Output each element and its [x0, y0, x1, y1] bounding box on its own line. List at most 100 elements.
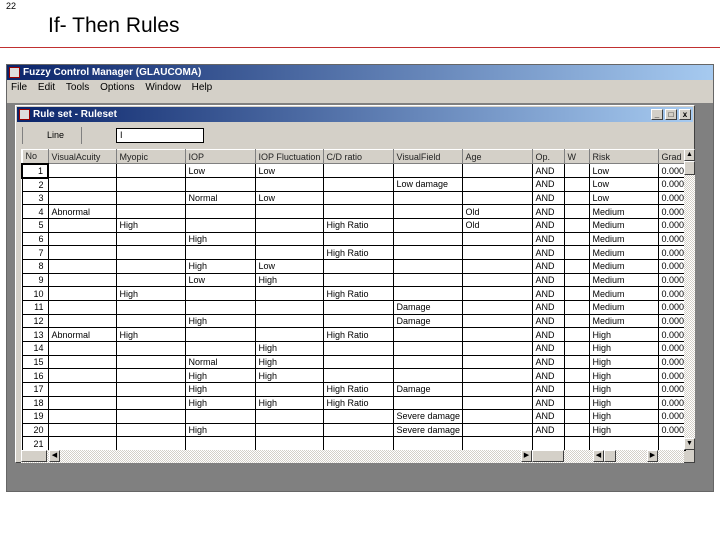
table-cell[interactable]	[184, 204, 256, 219]
row-number[interactable]: 3	[21, 190, 49, 206]
table-cell[interactable]	[392, 395, 463, 411]
table-cell[interactable]	[392, 436, 463, 452]
table-cell[interactable]: 0.000	[657, 258, 686, 274]
row-number[interactable]: 2	[21, 177, 49, 192]
table-cell[interactable]	[322, 436, 394, 452]
row-number[interactable]: 5	[21, 217, 49, 233]
table-cell[interactable]	[392, 368, 463, 383]
table-cell[interactable]	[588, 436, 659, 452]
row-number[interactable]: 4	[21, 204, 49, 219]
table-cell[interactable]: 0.000	[657, 217, 686, 233]
table-cell[interactable]: AND	[531, 381, 565, 397]
table-cell[interactable]: AND	[531, 299, 565, 315]
table-cell[interactable]	[115, 299, 186, 315]
scroll-left-button-2[interactable]: ◀	[593, 450, 604, 462]
table-cell[interactable]	[322, 422, 394, 438]
table-cell[interactable]	[392, 258, 463, 274]
table-row[interactable]: 12 High Damage AND Medium 0.000	[21, 313, 686, 329]
table-cell[interactable]: 0.000	[657, 163, 686, 178]
table-cell[interactable]: High	[254, 272, 324, 288]
table-cell[interactable]: 0.000	[657, 340, 686, 356]
table-cell[interactable]	[47, 313, 117, 329]
table-cell[interactable]: Low	[254, 190, 324, 206]
table-cell[interactable]	[115, 340, 186, 356]
column-header[interactable]: No	[21, 149, 49, 164]
row-number[interactable]: 19	[21, 409, 49, 424]
table-cell[interactable]	[563, 231, 590, 247]
table-cell[interactable]	[563, 436, 590, 452]
table-cell[interactable]: Old	[461, 204, 533, 219]
table-cell[interactable]	[184, 340, 256, 356]
table-cell[interactable]	[184, 286, 256, 301]
table-cell[interactable]: Low	[184, 272, 256, 288]
table-cell[interactable]: High Ratio	[322, 217, 394, 233]
table-cell[interactable]: High	[184, 231, 256, 247]
table-cell[interactable]	[184, 299, 256, 315]
table-cell[interactable]	[322, 204, 394, 219]
table-cell[interactable]: Severe damage	[392, 409, 463, 424]
table-cell[interactable]: Medium	[588, 313, 659, 329]
scroll-right-button-2[interactable]: ▶	[647, 450, 658, 462]
table-cell[interactable]: 0.000	[657, 354, 686, 370]
row-number[interactable]: 13	[21, 327, 49, 342]
table-cell[interactable]: AND	[531, 272, 565, 288]
table-cell[interactable]	[115, 272, 186, 288]
table-cell[interactable]	[47, 436, 117, 452]
row-number[interactable]: 6	[21, 231, 49, 247]
table-row[interactable]: 4 Abnormal Old AND Medium 0.000	[21, 204, 686, 219]
table-row[interactable]: 2 Low damage AND Low 0.000	[21, 177, 686, 192]
table-cell[interactable]	[254, 231, 324, 247]
table-cell[interactable]	[47, 245, 117, 260]
table-cell[interactable]: High	[588, 340, 659, 356]
vertical-scrollbar[interactable]: ▲ ▼	[684, 149, 695, 450]
scroll-right-button[interactable]: ▶	[521, 450, 532, 462]
table-cell[interactable]: High	[115, 217, 186, 233]
table-cell[interactable]: High	[184, 381, 256, 397]
scroll-thumb[interactable]	[684, 161, 695, 175]
table-cell[interactable]: Medium	[588, 245, 659, 260]
table-cell[interactable]	[47, 368, 117, 383]
line-input[interactable]: I	[116, 128, 204, 143]
table-cell[interactable]	[322, 368, 394, 383]
table-cell[interactable]	[322, 177, 394, 192]
table-cell[interactable]	[254, 313, 324, 329]
table-cell[interactable]	[461, 395, 533, 411]
table-cell[interactable]	[461, 368, 533, 383]
table-cell[interactable]: 0.000	[657, 245, 686, 260]
column-header[interactable]: IOP	[184, 149, 256, 164]
column-header[interactable]: VisualField	[392, 149, 463, 164]
table-cell[interactable]	[115, 190, 186, 206]
table-cell[interactable]	[392, 286, 463, 301]
table-cell[interactable]	[322, 299, 394, 315]
table-cell[interactable]: Damage	[392, 313, 463, 329]
table-cell[interactable]	[461, 177, 533, 192]
table-cell[interactable]	[461, 354, 533, 370]
table-cell[interactable]	[392, 340, 463, 356]
table-cell[interactable]: Abnormal	[47, 204, 117, 219]
table-cell[interactable]: 0.000	[657, 177, 686, 192]
table-cell[interactable]	[47, 190, 117, 206]
table-cell[interactable]: 0.000	[657, 395, 686, 411]
table-cell[interactable]: AND	[531, 190, 565, 206]
horizontal-scrollbar[interactable]: ◀ ▶ ◀ ▶	[21, 450, 684, 463]
table-cell[interactable]	[254, 327, 324, 342]
table-cell[interactable]	[115, 381, 186, 397]
table-cell[interactable]: High Ratio	[322, 245, 394, 260]
menu-help[interactable]: Help	[192, 82, 213, 93]
table-cell[interactable]: High	[184, 368, 256, 383]
table-cell[interactable]	[461, 409, 533, 424]
column-header[interactable]: Grad	[657, 149, 686, 164]
table-cell[interactable]	[47, 217, 117, 233]
table-cell[interactable]: AND	[531, 409, 565, 424]
table-cell[interactable]: Abnormal	[47, 327, 117, 342]
table-cell[interactable]	[115, 368, 186, 383]
table-cell[interactable]: High	[588, 368, 659, 383]
table-cell[interactable]	[461, 299, 533, 315]
table-cell[interactable]	[461, 340, 533, 356]
table-cell[interactable]: AND	[531, 258, 565, 274]
table-cell[interactable]	[115, 245, 186, 260]
table-cell[interactable]: Severe damage	[392, 422, 463, 438]
table-cell[interactable]: High	[184, 422, 256, 438]
table-cell[interactable]: AND	[531, 313, 565, 329]
table-cell[interactable]	[461, 163, 533, 178]
